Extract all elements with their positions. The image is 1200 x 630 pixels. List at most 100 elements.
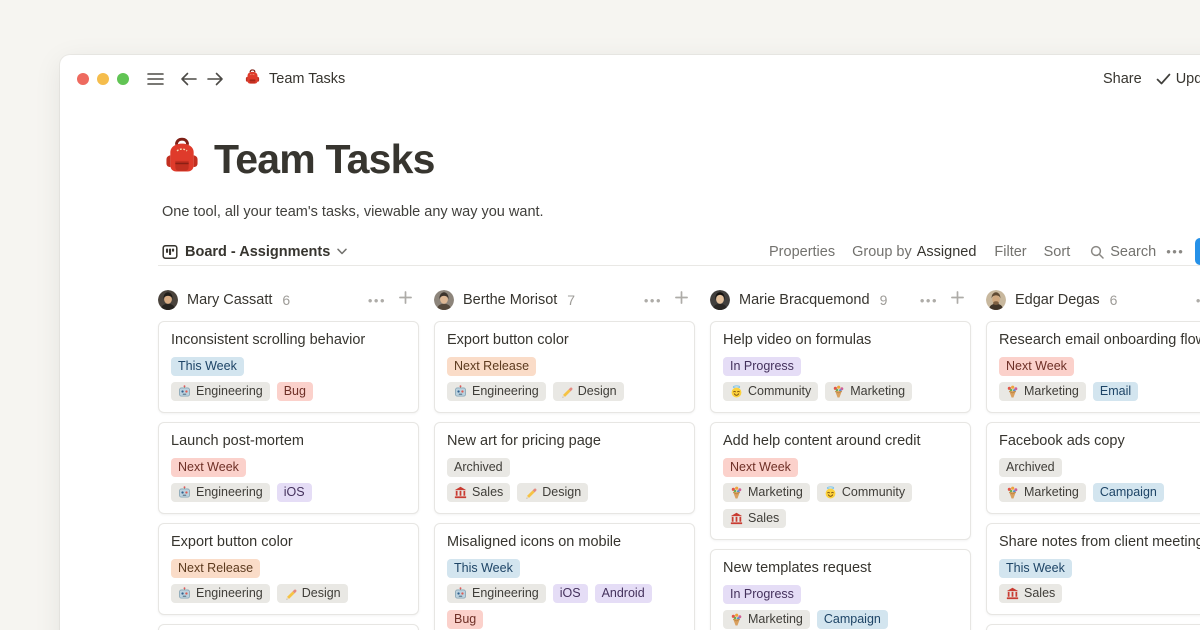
status-pill: This Week [999,559,1072,578]
tag-chip: Community [817,483,912,502]
filter-button[interactable]: Filter [994,244,1026,260]
card-tag-row: Sales [999,584,1200,603]
forward-arrow-icon[interactable] [207,72,224,86]
add-card-button[interactable] [398,290,413,310]
column-menu-button[interactable]: ••• [644,293,662,308]
tag-label: iOS [560,584,581,603]
tag-chip: Engineering [447,382,546,401]
board-view-tab[interactable]: Board - Assignments [162,244,347,260]
check-icon [1156,73,1171,85]
new-button[interactable]: New [1195,238,1200,265]
column-header: Marie Bracquemond9••• [710,289,971,311]
tag-label: Engineering [196,584,263,603]
board: Mary Cassatt6••• Inconsistent scrolling b… [158,289,1200,630]
tag-label: Sales [1024,584,1055,603]
bouquet-icon [1006,486,1019,499]
card-tag-row: MarketingEmail [999,382,1200,401]
card-title: Share notes from client meeting [999,534,1200,551]
column-actions: ••• [920,290,965,310]
tag-label: Campaign [1100,483,1157,502]
tag-chip: Sales [723,509,786,528]
status-pill: This Week [171,357,244,376]
card-status-row: In Progress [723,585,958,604]
tag-label: iOS [284,483,305,502]
window-breadcrumb[interactable]: Team Tasks [244,69,345,90]
tag-chip: Marketing [999,382,1086,401]
bouquet-icon [1006,385,1019,398]
column-menu-button[interactable]: ••• [920,293,938,308]
hamburger-menu-icon[interactable] [147,72,164,86]
tag-chip: iOS [277,483,312,502]
card-title: Help video on formulas [723,332,958,349]
close-window-button[interactable] [77,73,89,85]
card-tag-row: EngineeringiOS [171,483,406,502]
column-menu-button[interactable]: ••• [368,293,386,308]
tag-label: Bug [454,610,476,629]
sort-button[interactable]: Sort [1044,244,1071,260]
board-card[interactable]: New templates request In Progress Marketin… [710,549,971,630]
tag-chip: Sales [999,584,1062,603]
board-card[interactable]: Research email onboarding flowsNext Week… [986,321,1200,413]
card-tag-row: CommunityMarketing [723,382,958,401]
card-title: New templates request [723,560,958,577]
card-tag-row: MarketingCommunitySales [723,483,958,528]
robot-icon [454,385,467,398]
tag-label: Community [748,382,811,401]
column-header: Edgar Degas6••• [986,289,1200,311]
tag-label: Design [578,382,617,401]
page-backpack-icon[interactable] [162,137,202,182]
board-card[interactable] [158,624,419,630]
board-card[interactable]: Help video on formulasIn ProgressCommuni… [710,321,971,413]
status-pill: Next Week [171,458,246,477]
tag-chip: Campaign [817,610,888,629]
add-card-button[interactable] [950,290,965,310]
more-options-button[interactable]: ••• [1166,244,1184,259]
column-header: Mary Cassatt6••• [158,289,419,311]
board-card[interactable]: Share notes from client meeting This Week… [986,523,1200,615]
share-button[interactable]: Share [1103,71,1142,87]
tag-label: Marketing [1024,483,1079,502]
search-button[interactable]: Search [1090,244,1156,260]
back-arrow-icon[interactable] [180,72,197,86]
robot-icon [178,385,191,398]
minimize-window-button[interactable] [97,73,109,85]
assignee-avatar [434,290,454,310]
column-name: Berthe Morisot [463,292,557,308]
updates-button[interactable]: Updates [1156,71,1200,87]
board-card[interactable]: Export button colorNext ReleaseEngineeri… [434,321,695,413]
card-status-row: This Week [999,559,1200,578]
card-status-row: This Week [171,357,406,376]
board-card[interactable]: Launch post-mortemNext WeekEngineeringiO… [158,422,419,514]
tag-label: Community [842,483,905,502]
add-card-button[interactable] [674,290,689,310]
tag-label: Design [542,483,581,502]
maximize-window-button[interactable] [117,73,129,85]
tag-chip: iOS [553,584,588,603]
board-card[interactable]: Misaligned icons on mobileThis WeekEngin… [434,523,695,630]
properties-button[interactable]: Properties [769,244,835,260]
board-card[interactable]: Add help content around creditNext WeekM… [710,422,971,540]
board-card[interactable] [986,624,1200,630]
column-header: Berthe Morisot7••• [434,289,695,311]
status-pill: Next Release [171,559,260,578]
card-status-row: This Week [447,559,682,578]
board-card[interactable]: Export button color Next Release Engineeri… [158,523,419,615]
card-title: Export button color [171,534,406,551]
card-status-row: Next Week [723,458,958,477]
card-status-row: Next Week [171,458,406,477]
tag-label: Engineering [196,382,263,401]
angel-icon [824,486,837,499]
group-by-button[interactable]: Group byAssigned [852,244,976,260]
traffic-lights [77,73,129,85]
column-actions: ••• [368,290,413,310]
column-menu-button[interactable]: ••• [1196,293,1200,308]
window-title: Team Tasks [269,71,345,87]
window-header: Team Tasks Share Updates [60,55,1200,103]
board-card[interactable]: Facebook ads copyArchivedMarketingCampai… [986,422,1200,514]
board-card[interactable]: New art for pricing pageArchivedSalesDes… [434,422,695,514]
tag-chip: Android [595,584,652,603]
card-tag-row: MarketingCampaign [723,610,958,629]
board-card[interactable]: Inconsistent scrolling behaviorThis Week… [158,321,419,413]
tag-chip: Sales [447,483,510,502]
page-title: Team Tasks [214,136,435,182]
